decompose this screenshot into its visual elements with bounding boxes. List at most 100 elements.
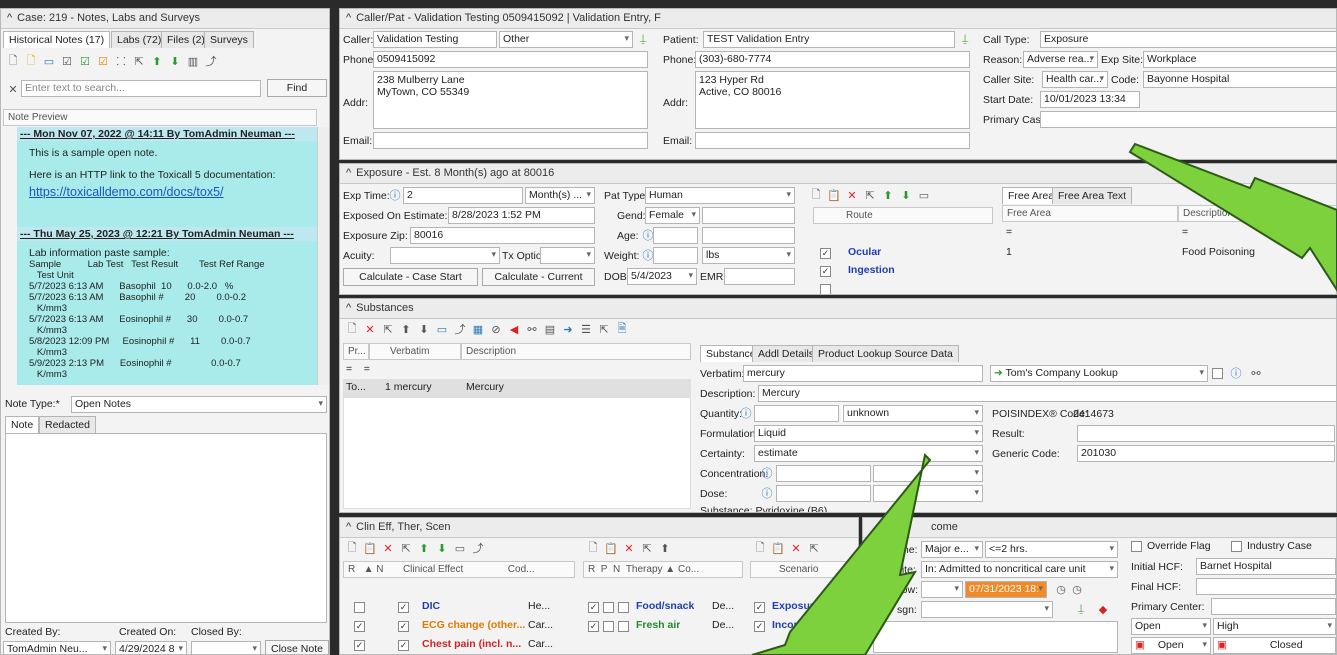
notes-scrollbar[interactable]: [317, 127, 329, 385]
eraser-icon[interactable]: ◆: [1095, 601, 1111, 617]
export-menu-icon[interactable]: ⇱: [596, 321, 612, 337]
therapy-r-checkbox[interactable]: ✓: [588, 602, 599, 613]
acuity-select[interactable]: [390, 247, 500, 264]
clinical-header[interactable]: ^ Clin Eff, Ther, Scen: [340, 518, 858, 538]
free-area-filter[interactable]: =: [1006, 226, 1012, 238]
concentration-unit-select[interactable]: [873, 465, 983, 482]
patient-email-field[interactable]: [695, 132, 970, 149]
therapy-n-checkbox[interactable]: [618, 621, 629, 632]
route-checkbox[interactable]: ✓: [820, 266, 831, 277]
treatment-site-select[interactable]: In: Admitted to noncritical care unit: [921, 561, 1118, 578]
arrow-right-icon[interactable]: ➜: [560, 321, 576, 337]
quantity-field[interactable]: [754, 405, 839, 422]
description-filter[interactable]: =: [1182, 226, 1188, 238]
outcome-select[interactable]: Major e...: [921, 541, 983, 558]
tab-addl-details[interactable]: Addl Details: [752, 345, 821, 362]
down-icon[interactable]: ⬇: [898, 187, 914, 203]
reason-select[interactable]: Adverse rea...: [1023, 51, 1098, 68]
ce-n-checkbox[interactable]: ✓: [398, 640, 409, 651]
check-orange-icon[interactable]: ☑: [95, 53, 111, 69]
clinical-effect-name[interactable]: ECG change (other...: [422, 619, 525, 631]
hide-icon[interactable]: ⊘: [488, 321, 504, 337]
scenario-name[interactable]: Incorre: [772, 619, 808, 631]
up-icon[interactable]: ⬆: [416, 540, 432, 556]
note-editor[interactable]: [5, 433, 327, 623]
caller-address-field[interactable]: 238 Mulberry Lane MyTown, CO 55349: [373, 71, 648, 129]
therapy-r-checkbox[interactable]: ✓: [588, 621, 599, 632]
dose-field[interactable]: [776, 485, 871, 502]
age-field[interactable]: [653, 227, 698, 244]
up-icon[interactable]: ⬆: [657, 540, 673, 556]
patient-address-field[interactable]: 123 Hyper Rd Active, CO 80016: [695, 71, 970, 129]
status-select[interactable]: Open: [1131, 618, 1211, 635]
tree-icon[interactable]: ⸬: [113, 53, 129, 69]
caller-email-field[interactable]: [373, 132, 648, 149]
therapy-p-checkbox[interactable]: [603, 621, 614, 632]
close-note-button[interactable]: Close Note: [265, 640, 329, 654]
window-icon[interactable]: ▭: [916, 187, 932, 203]
export-icon[interactable]: ⇱: [380, 321, 396, 337]
tab-historical-notes[interactable]: Historical Notes (17): [3, 31, 111, 48]
ce-n-checkbox[interactable]: ✓: [398, 602, 409, 613]
clipboard-icon[interactable]: 📋: [770, 540, 786, 556]
scenario-checkbox[interactable]: ✓: [754, 621, 765, 632]
assign-icon[interactable]: ⍊: [1073, 601, 1089, 617]
start-date-field[interactable]: 10/01/2023 13:34: [1040, 91, 1140, 108]
route-cell[interactable]: Ingestion: [848, 264, 895, 276]
calc-start-button[interactable]: Calculate - Case Start: [343, 268, 478, 286]
export-icon[interactable]: ⇱: [639, 540, 655, 556]
new-doc-icon[interactable]: 🗋: [808, 187, 824, 203]
info-icon[interactable]: ⓘ: [1228, 365, 1244, 381]
follow-select[interactable]: [921, 581, 963, 598]
doc-link[interactable]: https://toxicalldemo.com/docs/tox5/: [17, 183, 317, 201]
expand-icon[interactable]: ⤴: [452, 321, 468, 337]
row-description[interactable]: Mercury: [466, 381, 504, 393]
new-doc-icon[interactable]: 🗋: [344, 540, 360, 556]
delete-icon[interactable]: ✕: [621, 540, 637, 556]
delete-icon[interactable]: ✕: [362, 321, 378, 337]
formulation-select[interactable]: Liquid: [754, 425, 983, 442]
binoculars-icon[interactable]: ⚯: [1248, 365, 1264, 381]
route-cell[interactable]: Ocular: [848, 246, 881, 258]
export-icon[interactable]: ⇱: [862, 187, 878, 203]
person-icon[interactable]: ⍊: [635, 31, 651, 47]
free-area-cell[interactable]: 1: [1006, 246, 1012, 258]
weight-field[interactable]: [653, 247, 698, 264]
initial-hcf-field[interactable]: Barnet Hospital: [1196, 558, 1336, 575]
open-doc-icon[interactable]: 🗋: [23, 53, 39, 69]
new-doc-icon[interactable]: 🗋: [5, 53, 21, 69]
primary-case-field[interactable]: [1040, 111, 1336, 128]
certainty-select[interactable]: estimate: [754, 445, 983, 462]
clinical-effect-code[interactable]: Car...: [528, 619, 553, 631]
export-icon[interactable]: ⇱: [806, 540, 822, 556]
clock-icon[interactable]: ◷: [1053, 581, 1069, 597]
generic-code-field[interactable]: 201030: [1077, 445, 1335, 462]
person-icon[interactable]: ⍊: [957, 31, 973, 47]
emr-field[interactable]: [724, 268, 795, 285]
therapy-n-checkbox[interactable]: [618, 602, 629, 613]
caller-relationship-select[interactable]: Other: [499, 31, 633, 48]
down-icon[interactable]: ⬇: [434, 540, 450, 556]
lookup-select[interactable]: ➜ Tom's Company Lookup: [990, 365, 1208, 382]
info-icon[interactable]: ⓘ: [759, 485, 775, 501]
assign-select[interactable]: [921, 601, 1053, 618]
export-icon[interactable]: ⇱: [131, 53, 147, 69]
description-field[interactable]: Mercury: [758, 385, 1336, 402]
priority-select[interactable]: High: [1213, 618, 1336, 635]
tab-free-area-text[interactable]: Free Area Text: [1052, 187, 1133, 204]
clinical-effect-name[interactable]: DIC: [422, 600, 440, 612]
final-hcf-field[interactable]: [1196, 578, 1336, 595]
therapy-name[interactable]: Fresh air: [636, 619, 680, 631]
exp-time-unit-select[interactable]: Month(s) ...: [525, 187, 595, 204]
closed-by-select[interactable]: [191, 641, 261, 654]
clipboard-icon[interactable]: 📋: [826, 187, 842, 203]
note-type-select[interactable]: Open Notes: [71, 396, 327, 413]
up-icon[interactable]: ⬆: [398, 321, 414, 337]
binoculars-icon[interactable]: ⚯: [524, 321, 540, 337]
therapy-name[interactable]: Food/snack: [636, 600, 694, 612]
info-icon[interactable]: ⓘ: [387, 187, 403, 203]
caller-phone-field[interactable]: 0509415092: [373, 51, 648, 68]
age-extra-field[interactable]: [702, 227, 795, 244]
therapy-code[interactable]: De...: [712, 619, 734, 631]
outcome-notes-field[interactable]: [873, 621, 1118, 653]
